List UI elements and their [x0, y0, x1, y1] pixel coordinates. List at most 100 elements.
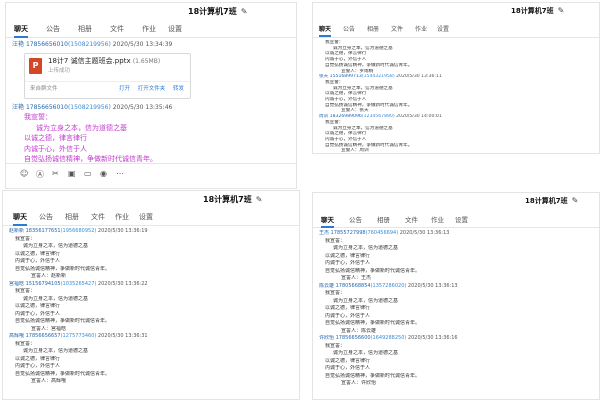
sender-qq[interactable]: (1544321958) — [362, 74, 395, 79]
file-actions: 打开 打开文件夹 转发 — [113, 85, 184, 94]
sender-id: 15516899713 — [329, 74, 362, 80]
group-title: 18计算机7班 ✎ — [525, 196, 579, 205]
message-text-line: 我宣誓： — [325, 290, 346, 296]
message-text-line: 自觉弘扬诚信精神，争做新时代诚信青年。 — [15, 370, 111, 377]
sender-qq[interactable]: (1956680952) — [61, 228, 97, 234]
upload-status: 上传成功 — [48, 68, 71, 74]
sender-qq[interactable]: (1357286020) — [371, 283, 407, 289]
sender-id: 17855727998 — [330, 230, 366, 236]
open-folder-link[interactable]: 打开文件夹 — [138, 86, 166, 92]
oath-message: 我宣誓： 诚为立身之本，信为道德之基 以诚之德，律言律行 内诚于心，外信于人 自… — [24, 113, 157, 163]
scissors-icon[interactable]: ✂ — [52, 169, 59, 178]
edit-icon[interactable]: ✎ — [241, 7, 248, 16]
message-text-line: 宣誓人：周训 — [341, 148, 369, 154]
chat-messages: 赵新新 18356177651(1956680952) 2020/5/30 13… — [3, 226, 299, 386]
edit-icon[interactable]: ✎ — [558, 6, 565, 15]
message-header: 许欣怡 17856656600(1649288250) 2020/5/30 13… — [319, 335, 599, 343]
sender-name: 高辉哦 — [9, 333, 25, 339]
tab-announcement[interactable]: 公告 — [46, 24, 60, 34]
pptx-file-icon: P — [29, 58, 42, 74]
message-text-line: 我宣誓： — [15, 340, 36, 347]
chat-window-2: 18计算机7班 ✎ 聊天 公告 相册 文件 作业 设置 我宣誓： 诚为立身之本，信为… — [312, 2, 600, 154]
sender-qq[interactable]: (1649288250) — [371, 335, 407, 341]
message-text-line: 自觉弘扬诚信精神，争做新时代诚信青年。 — [325, 267, 421, 274]
message-text-line: 诚为立身之本，信为道德之基 — [23, 348, 89, 354]
sender-qq[interactable]: (1234567890) — [362, 114, 395, 119]
sender-name: 宫福晗 — [9, 280, 25, 287]
message-text-line: 自觉弘扬诚信精神，争做新时代诚信青年。 — [15, 318, 111, 324]
sender-id: 17805668854 — [335, 282, 371, 289]
tab-chat[interactable]: 聊天 — [13, 212, 27, 226]
message-text-line: 内诚于心，外信于人 — [15, 258, 61, 264]
tab-files[interactable]: 文件 — [110, 24, 124, 34]
message-header: 汪艳 17856656010(1508219956) 2020/5/30 13:… — [12, 41, 173, 48]
message-time: 2020/5/30 14:00:01 — [396, 114, 442, 120]
tab-announcement[interactable]: 公告 — [343, 24, 355, 33]
tab-announcement[interactable]: 公告 — [349, 214, 362, 224]
message-header: 高辉哦 17856656657(1275773460) 2020/5/30 13… — [9, 333, 299, 341]
message-time: 2020/5/30 13:36:22 — [97, 280, 148, 287]
mic-icon[interactable]: ◉ — [100, 169, 107, 178]
sender-id: 17856656600 — [335, 335, 371, 341]
image-icon[interactable]: ▣ — [68, 169, 76, 178]
chat-window-4: 18计算机7班 ✎ 聊天 公告 相册 文件 作业 设置 王杰 1785572799… — [312, 192, 600, 400]
tab-settings[interactable]: 设置 — [168, 24, 182, 34]
message-text-line: 诚为立身之本，信为道德之基 — [333, 245, 399, 251]
chat-window-1: 18计算机7班 ✎ 聊天 公告 相册 文件 作业 设置 汪艳 1785665601… — [5, 2, 297, 189]
tab-settings[interactable]: 设置 — [139, 212, 153, 222]
tab-files[interactable]: 文件 — [405, 214, 418, 224]
tab-album[interactable]: 相册 — [78, 24, 92, 34]
tab-announcement[interactable]: 公告 — [39, 212, 53, 222]
font-icon[interactable]: Ⓐ — [36, 169, 44, 180]
edit-icon[interactable]: ✎ — [572, 196, 579, 205]
sender-name: 许欣怡 — [319, 335, 335, 341]
tab-settings[interactable]: 设置 — [455, 214, 468, 224]
tab-chat[interactable]: 聊天 — [319, 24, 332, 37]
open-file-link[interactable]: 打开 — [119, 86, 130, 92]
tab-files[interactable]: 文件 — [91, 212, 105, 222]
tab-homework[interactable]: 作业 — [115, 212, 129, 222]
sender-name: 陈云雄 — [319, 282, 335, 289]
message-text-line: 自觉弘扬诚信精神，争做新时代诚信青年。 — [325, 320, 421, 326]
tab-album[interactable]: 相册 — [377, 214, 390, 224]
tab-files[interactable]: 文件 — [391, 24, 403, 33]
message-header: 汪艳 17856656010(1508219956) 2020/5/30 13:… — [12, 104, 173, 111]
tab-homework[interactable]: 作业 — [415, 24, 427, 33]
sender-qq[interactable]: (1275773460) — [61, 333, 97, 339]
message-text-line: 内诚于心，外信于人 — [325, 312, 371, 319]
sender-qq[interactable]: (760456694) — [366, 230, 399, 236]
message-text-line: 宣誓人：陈云雄 — [341, 327, 377, 334]
tab-settings[interactable]: 设置 — [437, 24, 449, 33]
window-titlebar: 18计算机7班 ✎ — [3, 191, 299, 209]
forward-link[interactable]: 转发 — [173, 86, 184, 92]
more-icon[interactable]: ⋯ — [116, 169, 124, 178]
emoji-icon[interactable]: ☺ — [20, 169, 28, 178]
tab-bar: 聊天 公告 相册 文件 作业 设置 — [3, 209, 299, 226]
tab-album[interactable]: 相册 — [367, 24, 379, 33]
message-text-line: 以诚之德，律言律行 — [325, 252, 371, 259]
tab-chat[interactable]: 聊天 — [14, 24, 28, 38]
chat-window-3: 18计算机7班 ✎ 聊天 公告 相册 文件 作业 设置 赵新新 183561776… — [2, 190, 300, 400]
message-time: 2020/5/30 13:36:31 — [97, 333, 148, 339]
divider — [25, 81, 190, 82]
tab-bar: 聊天 公告 相册 文件 作业 设置 — [313, 211, 599, 228]
message-header: 宫福晗 15156794105(1035265427) 2020/5/30 13… — [9, 281, 299, 289]
window-titlebar: 18计算机7班 ✎ — [6, 3, 296, 21]
tab-chat[interactable]: 聊天 — [321, 214, 334, 228]
message-text-line: 以诚之德，律言律行 — [325, 357, 371, 364]
sender-name: 赵新新 — [9, 228, 25, 234]
edit-icon[interactable]: ✎ — [256, 195, 263, 204]
tab-album[interactable]: 相册 — [65, 212, 79, 222]
message-time: 2020/5/30 13:36:19 — [97, 228, 148, 234]
sender-name: 王杰 — [319, 230, 330, 236]
tab-homework[interactable]: 作业 — [142, 24, 156, 34]
folder-icon[interactable]: ▭ — [84, 169, 92, 178]
sender-qq[interactable]: (1035265427) — [61, 281, 97, 287]
message-text-line: 诚为立身之本，信为道德之基 — [333, 297, 399, 304]
message-text-line: 宣誓人：许欣怡 — [341, 380, 377, 386]
tab-bar: 聊天 公告 相册 文件 作业 设置 — [313, 21, 599, 38]
file-size: (1.65MB) — [132, 58, 161, 65]
file-attachment-card[interactable]: P 18计7 诚信主题班会.pptx (1.65MB) 上传成功 来自群文件 打… — [24, 53, 191, 99]
message-text-line: 我宣誓： — [325, 342, 346, 349]
tab-homework[interactable]: 作业 — [431, 214, 444, 224]
